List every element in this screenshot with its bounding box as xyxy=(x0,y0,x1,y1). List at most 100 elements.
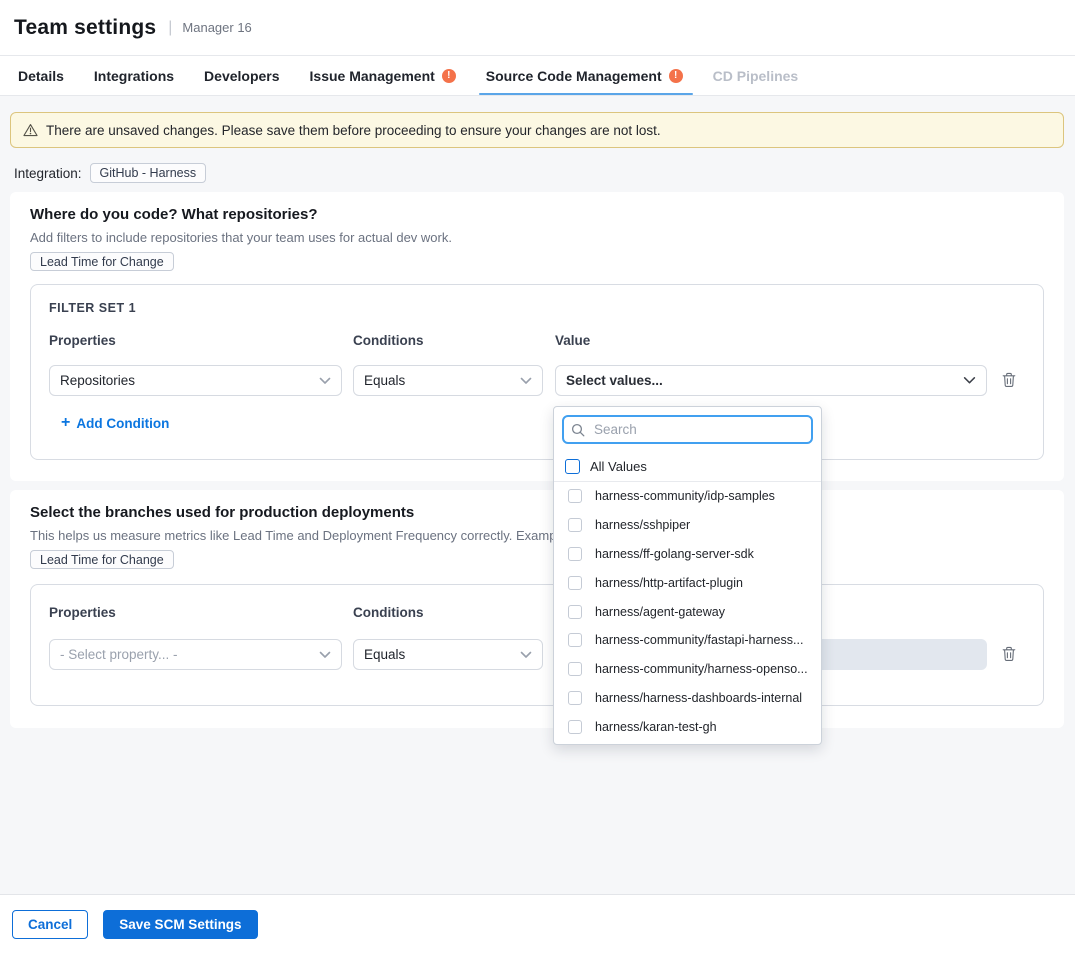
integration-chip[interactable]: GitHub - Harness xyxy=(90,163,207,183)
page-title: Team settings xyxy=(14,16,156,40)
dropdown-option[interactable]: harness/harness-dashboards-internal xyxy=(554,684,821,713)
dropdown-option[interactable]: harness/karan-test-gh xyxy=(554,712,821,741)
condition-select[interactable]: Equals xyxy=(353,365,543,396)
tab-cd-pipelines[interactable]: CD Pipelines xyxy=(713,56,799,95)
tab-developers[interactable]: Developers xyxy=(204,56,279,95)
condition-select-value: Equals xyxy=(364,373,520,388)
repositories-section-title: Where do you code? What repositories? xyxy=(30,206,318,223)
page-header: Team settings | Manager 16 xyxy=(0,0,1075,56)
option-label: harness-community/idp-samples xyxy=(595,489,775,503)
chevron-down-icon xyxy=(963,373,976,388)
add-condition-button[interactable]: + Add Condition xyxy=(61,415,169,431)
property-select-value: Repositories xyxy=(60,373,319,388)
tab-source-code-management[interactable]: Source Code Management! xyxy=(486,56,683,95)
integration-row: Integration: GitHub - Harness xyxy=(14,163,206,183)
alert-badge-icon: ! xyxy=(669,69,683,83)
tab-label: Developers xyxy=(204,68,279,84)
option-label: harness/ff-golang-server-sdk xyxy=(595,547,754,561)
option-label: harness/karan-test-gh xyxy=(595,720,717,734)
conditions-column-label: Conditions xyxy=(353,605,424,620)
metric-chip-lead-time: Lead Time for Change xyxy=(30,550,174,569)
dropdown-search-section xyxy=(554,407,821,451)
branches-section: Select the branches used for production … xyxy=(10,490,1064,728)
warning-icon xyxy=(23,123,38,137)
dropdown-option[interactable]: harness/agent-gateway xyxy=(554,597,821,626)
integration-label: Integration: xyxy=(14,166,82,181)
option-checkbox[interactable] xyxy=(568,720,582,734)
delete-filter-row-button[interactable] xyxy=(999,370,1019,390)
metric-chip-lead-time: Lead Time for Change xyxy=(30,252,174,271)
save-scm-settings-button[interactable]: Save SCM Settings xyxy=(103,910,257,939)
tab-label: Source Code Management xyxy=(486,68,662,84)
branch-property-select[interactable]: - Select property... - xyxy=(49,639,342,670)
tab-bar: Details Integrations Developers Issue Manag… xyxy=(0,56,1075,96)
option-checkbox[interactable] xyxy=(568,691,582,705)
branches-filter-set: Properties Conditions - Select property.… xyxy=(30,584,1044,706)
branches-section-title: Select the branches used for production … xyxy=(30,504,414,521)
title-separator: | xyxy=(168,19,172,37)
property-select[interactable]: Repositories xyxy=(49,365,342,396)
dropdown-option-list: harness-community/idp-samples harness/ssh… xyxy=(554,482,821,745)
dropdown-option[interactable]: harness/... xyxy=(554,741,821,745)
tab-issue-management[interactable]: Issue Management! xyxy=(310,56,456,95)
option-label: harness/agent-gateway xyxy=(595,605,725,619)
value-column-label: Value xyxy=(555,333,590,348)
add-condition-label: Add Condition xyxy=(76,416,169,431)
branches-section-subtitle: This helps us measure metrics like Lead … xyxy=(30,528,578,543)
all-values-checkbox[interactable] xyxy=(565,459,580,474)
tab-label: Issue Management xyxy=(310,68,435,84)
tab-integrations[interactable]: Integrations xyxy=(94,56,174,95)
option-label: harness/harness-dashboards-internal xyxy=(595,691,802,705)
option-checkbox[interactable] xyxy=(568,489,582,503)
dropdown-option[interactable]: harness-community/fastapi-harness... xyxy=(554,626,821,655)
chevron-down-icon xyxy=(520,647,532,662)
tab-label: CD Pipelines xyxy=(713,68,799,84)
option-label: harness-community/fastapi-harness... xyxy=(595,633,803,647)
properties-column-label: Properties xyxy=(49,605,116,620)
option-checkbox[interactable] xyxy=(568,633,582,647)
dropdown-option[interactable]: harness-community/idp-samples xyxy=(554,482,821,511)
dropdown-option[interactable]: harness/sshpiper xyxy=(554,511,821,540)
chevron-down-icon xyxy=(520,373,532,388)
value-multiselect[interactable]: Select values... xyxy=(555,365,987,396)
search-input[interactable] xyxy=(562,415,813,444)
option-checkbox[interactable] xyxy=(568,518,582,532)
dropdown-option[interactable]: harness/http-artifact-plugin xyxy=(554,568,821,597)
filter-set-1-title: FILTER SET 1 xyxy=(49,301,136,315)
dropdown-option[interactable]: harness-community/harness-openso... xyxy=(554,655,821,684)
option-checkbox[interactable] xyxy=(568,605,582,619)
branch-condition-value: Equals xyxy=(364,647,520,662)
all-values-option[interactable]: All Values xyxy=(554,451,821,482)
search-icon xyxy=(571,423,585,442)
cancel-button[interactable]: Cancel xyxy=(12,910,88,939)
tab-details[interactable]: Details xyxy=(18,56,64,95)
page-subtitle: Manager 16 xyxy=(182,20,251,35)
option-label: harness-community/harness-openso... xyxy=(595,662,808,676)
alert-badge-icon: ! xyxy=(442,69,456,83)
filter-set-1: FILTER SET 1 Properties Conditions Value… xyxy=(30,284,1044,460)
branch-property-placeholder: - Select property... - xyxy=(60,647,319,662)
conditions-column-label: Conditions xyxy=(353,333,424,348)
option-label: harness/http-artifact-plugin xyxy=(595,576,743,590)
values-dropdown: All Values harness-community/idp-samples… xyxy=(553,406,822,745)
properties-column-label: Properties xyxy=(49,333,116,348)
option-checkbox[interactable] xyxy=(568,662,582,676)
footer-action-bar: Cancel Save SCM Settings xyxy=(0,894,1075,954)
all-values-label: All Values xyxy=(590,459,647,474)
plus-icon: + xyxy=(61,415,70,431)
option-checkbox[interactable] xyxy=(568,547,582,561)
unsaved-changes-banner: There are unsaved changes. Please save t… xyxy=(10,112,1064,148)
chevron-down-icon xyxy=(319,647,331,662)
branch-condition-select[interactable]: Equals xyxy=(353,639,543,670)
option-checkbox[interactable] xyxy=(568,576,582,590)
dropdown-option[interactable]: harness/ff-golang-server-sdk xyxy=(554,540,821,569)
tab-label: Integrations xyxy=(94,68,174,84)
option-label: harness/sshpiper xyxy=(595,518,690,532)
value-multiselect-placeholder: Select values... xyxy=(566,373,963,388)
chevron-down-icon xyxy=(319,373,331,388)
banner-text: There are unsaved changes. Please save t… xyxy=(46,123,661,138)
repositories-section: Where do you code? What repositories? Ad… xyxy=(10,192,1064,481)
tab-label: Details xyxy=(18,68,64,84)
delete-filter-row-button[interactable] xyxy=(999,644,1019,664)
repositories-section-subtitle: Add filters to include repositories that… xyxy=(30,230,452,245)
